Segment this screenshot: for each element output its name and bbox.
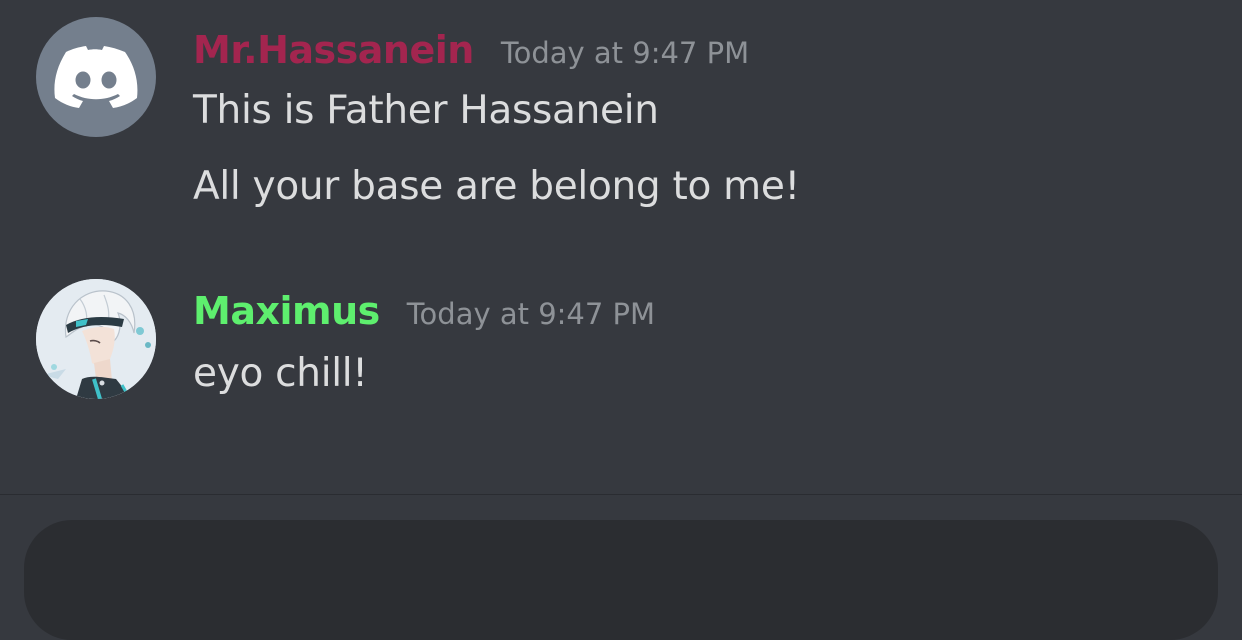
message-header: Mr.Hassanein Today at 9:47 PM	[193, 28, 749, 72]
user-avatar[interactable]	[36, 279, 156, 399]
message-text: This is Father Hassanein	[193, 88, 659, 133]
username[interactable]: Maximus	[193, 289, 380, 333]
discord-logo-icon	[54, 46, 138, 108]
username[interactable]: Mr.Hassanein	[193, 28, 474, 72]
user-avatar[interactable]	[36, 17, 156, 137]
timestamp: Today at 9:47 PM	[500, 36, 750, 70]
anime-character-icon	[36, 279, 156, 399]
message-header: Maximus Today at 9:47 PM	[193, 289, 655, 333]
chat-messages[interactable]: Mr.Hassanein Today at 9:47 PM This is Fa…	[0, 0, 1242, 495]
timestamp: Today at 9:47 PM	[406, 297, 656, 331]
divider	[0, 494, 1242, 495]
message-text: All your base are belong to me!	[193, 164, 800, 209]
message-text: eyo chill!	[193, 351, 368, 396]
message-input[interactable]	[24, 520, 1218, 640]
